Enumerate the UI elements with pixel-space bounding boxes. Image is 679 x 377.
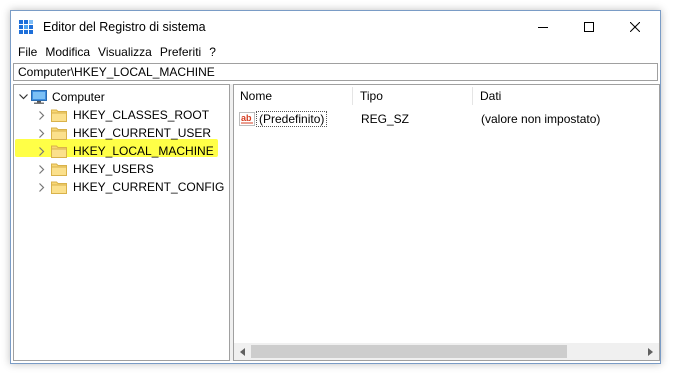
row-type: REG_SZ — [361, 112, 410, 126]
scrollbar-thumb[interactable] — [251, 345, 567, 358]
tree-item-hkey-current-user[interactable]: HKEY_CURRENT_USER — [36, 124, 213, 142]
row-name: (Predefinito) — [256, 111, 328, 127]
close-icon — [630, 22, 640, 32]
maximize-button[interactable] — [566, 11, 612, 43]
chevron-right-icon[interactable] — [36, 124, 48, 142]
column-header-dati[interactable]: Dati — [474, 85, 659, 107]
menu-bar: File Modifica Visualizza Preferiti ? — [11, 42, 660, 62]
maximize-icon — [584, 22, 594, 32]
menu-visualizza[interactable]: Visualizza — [94, 45, 156, 59]
title-bar[interactable]: Editor del Registro di sistema — [11, 11, 660, 43]
tree-label: HKEY_CURRENT_CONFIG — [73, 180, 225, 194]
chevron-left-icon — [239, 347, 245, 356]
horizontal-scrollbar[interactable] — [234, 343, 659, 360]
tree-label: HKEY_CURRENT_USER — [73, 126, 212, 140]
folder-icon — [51, 109, 67, 122]
tree-label: HKEY_USERS — [73, 162, 154, 176]
chevron-right-icon — [647, 347, 653, 356]
column-header-tipo[interactable]: Tipo — [354, 85, 472, 107]
menu-help[interactable]: ? — [205, 45, 220, 59]
chevron-right-icon[interactable] — [36, 142, 48, 160]
chevron-right-icon[interactable] — [36, 160, 48, 178]
regedit-icon — [19, 20, 33, 34]
close-button[interactable] — [612, 11, 658, 43]
column-header-nome[interactable]: Nome — [234, 85, 352, 107]
scroll-right-button[interactable] — [642, 343, 659, 360]
window-title: Editor del Registro di sistema — [43, 20, 206, 34]
column-divider[interactable] — [352, 87, 353, 105]
values-list[interactable]: Nome Tipo Dati ab (Predefinito) REG_SZ (… — [233, 84, 660, 361]
minimize-icon — [538, 27, 548, 28]
column-divider[interactable] — [472, 87, 473, 105]
chevron-down-icon[interactable] — [17, 88, 29, 106]
menu-file[interactable]: File — [14, 45, 41, 59]
tree-item-hkey-classes-root[interactable]: HKEY_CLASSES_ROOT — [36, 106, 211, 124]
table-row[interactable]: ab (Predefinito) REG_SZ (valore non impo… — [234, 110, 659, 128]
folder-icon — [51, 163, 67, 176]
menu-preferiti[interactable]: Preferiti — [156, 45, 205, 59]
tree-item-computer[interactable]: Computer — [17, 88, 107, 106]
minimize-button[interactable] — [520, 11, 566, 43]
menu-modifica[interactable]: Modifica — [41, 45, 94, 59]
folder-icon — [51, 145, 67, 158]
tree-pane[interactable]: Computer HKEY_CLASSES_ROOT HKEY_CURRENT_… — [13, 84, 230, 361]
scroll-left-button[interactable] — [234, 343, 251, 360]
svg-text:ab: ab — [241, 113, 252, 123]
chevron-right-icon[interactable] — [36, 106, 48, 124]
tree-item-hkey-users[interactable]: HKEY_USERS — [36, 160, 156, 178]
tree-label-computer: Computer — [52, 90, 105, 104]
folder-icon — [51, 127, 67, 140]
row-data: (valore non impostato) — [481, 112, 601, 126]
tree-item-hkey-local-machine[interactable]: HKEY_LOCAL_MACHINE — [36, 142, 216, 160]
folder-icon — [51, 181, 67, 194]
computer-icon — [31, 90, 47, 104]
registry-editor-window: Editor del Registro di sistema File Modi… — [10, 10, 661, 364]
string-value-icon: ab — [239, 111, 255, 127]
address-bar[interactable]: Computer\HKEY_LOCAL_MACHINE — [13, 63, 658, 81]
chevron-right-icon[interactable] — [36, 178, 48, 196]
tree-label: HKEY_CLASSES_ROOT — [73, 108, 210, 122]
tree-label: HKEY_LOCAL_MACHINE — [73, 144, 214, 158]
tree-item-hkey-current-config[interactable]: HKEY_CURRENT_CONFIG — [36, 178, 226, 196]
